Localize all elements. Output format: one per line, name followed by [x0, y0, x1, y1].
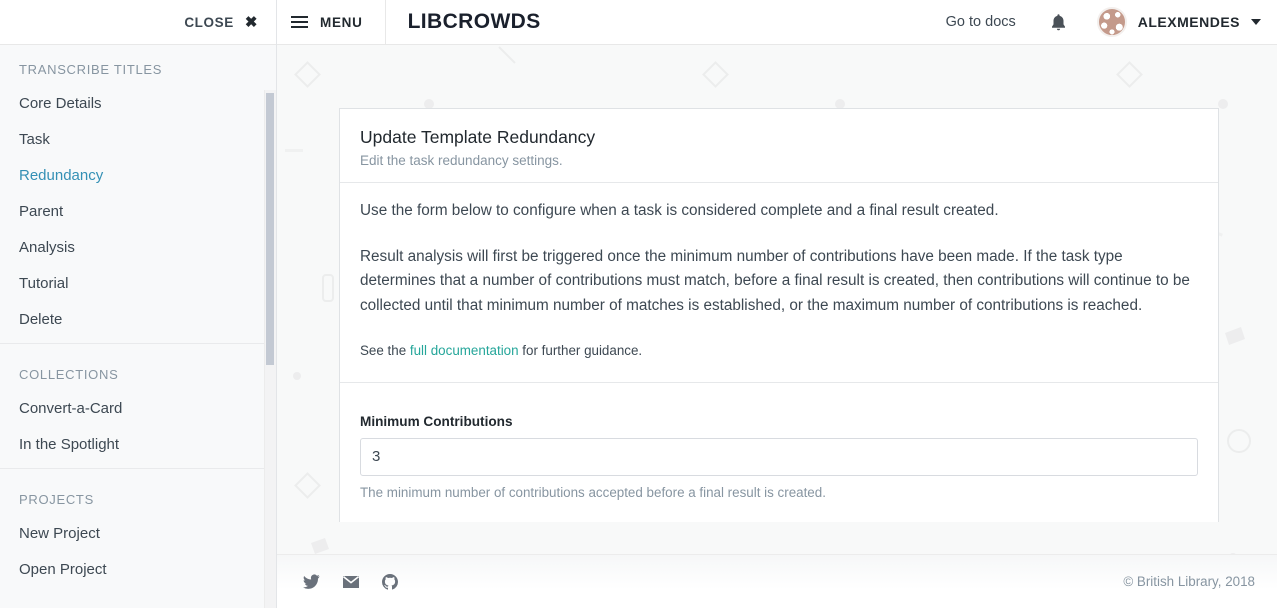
close-x-icon: ✖	[244, 13, 258, 31]
card-description-body: Use the form below to configure when a t…	[340, 183, 1218, 383]
sidebar-scrollbar-track[interactable]	[264, 90, 276, 608]
minimum-contributions-input[interactable]	[360, 437, 1198, 476]
sidebar-item-open-project[interactable]: Open Project	[0, 551, 276, 587]
user-name-label: ALEXMENDES	[1137, 14, 1240, 30]
note-prefix: See the	[360, 342, 410, 358]
sidebar-item-parent[interactable]: Parent	[0, 193, 276, 229]
hamburger-icon	[291, 13, 308, 31]
menu-button[interactable]: MENU	[277, 0, 386, 45]
sidebar-item-in-the-spotlight[interactable]: In the Spotlight	[0, 426, 276, 462]
user-menu[interactable]: ALEXMENDES	[1096, 7, 1261, 37]
github-icon[interactable]	[382, 573, 398, 590]
sidebar-scroll-region[interactable]: TRANSCRIBE TITLES Core Details Task Redunda…	[0, 45, 276, 608]
go-to-docs-link[interactable]: Go to docs	[946, 14, 1016, 30]
notification-bell-icon[interactable]	[1050, 13, 1067, 32]
sidebar-group-heading: PROJECTS	[19, 492, 94, 507]
settings-card: Update Template Redundancy Edit the task…	[339, 108, 1219, 522]
top-bar-right-group: Go to docs ALEXMENDES	[946, 7, 1277, 37]
redundancy-form: Minimum Contributions The minimum number…	[340, 383, 1218, 522]
note-suffix: for further guidance.	[518, 342, 643, 358]
sidebar-item-tutorial[interactable]: Tutorial	[0, 265, 276, 301]
sidebar-group-heading: TRANSCRIBE TITLES	[19, 62, 163, 77]
close-sidebar-button[interactable]: CLOSE ✖	[184, 15, 258, 30]
close-button-label: CLOSE	[184, 14, 234, 30]
description-paragraph-2: Result analysis will first be triggered …	[360, 247, 1190, 315]
chevron-down-icon	[1251, 19, 1261, 25]
sidebar-group: TRANSCRIBE TITLES Core Details Task Redunda…	[0, 45, 276, 343]
top-navigation-bar: MENU LIBCROWDS Go to docs ALEXMENDES	[277, 0, 1277, 45]
minimum-contributions-label: Minimum Contributions	[360, 413, 513, 429]
email-icon[interactable]	[342, 575, 360, 589]
sidebar-group: PROJECTS New Project Open Project	[0, 468, 276, 593]
page-title: Update Template Redundancy	[360, 127, 596, 147]
copyright-text: © British Library, 2018	[1123, 574, 1255, 589]
app-root: MENU LIBCROWDS Go to docs ALEXMENDES Upd…	[0, 0, 1277, 608]
sidebar-item-redundancy[interactable]: Redundancy	[0, 157, 276, 193]
minimum-contributions-help-text: The minimum number of contributions acce…	[360, 484, 826, 500]
sidebar-item-delete[interactable]: Delete	[0, 301, 276, 337]
sidebar-item-convert-a-card[interactable]: Convert-a-Card	[0, 390, 276, 426]
main-content-area: Update Template Redundancy Edit the task…	[277, 45, 1277, 608]
sidebar: CLOSE ✖ TRANSCRIBE TITLES Core Details Tas…	[0, 0, 277, 608]
sidebar-item-task[interactable]: Task	[0, 121, 276, 157]
brand-logo[interactable]: LIBCROWDS	[408, 10, 541, 34]
sidebar-header: CLOSE ✖	[0, 0, 276, 45]
page-subtitle: Edit the task redundancy settings.	[360, 152, 563, 168]
sidebar-scrollbar-thumb[interactable]	[266, 93, 274, 365]
sidebar-item-analysis[interactable]: Analysis	[0, 229, 276, 265]
sidebar-item-new-project[interactable]: New Project	[0, 515, 276, 551]
user-avatar	[1096, 7, 1127, 37]
page-footer: © British Library, 2018	[277, 554, 1277, 608]
sidebar-item-core-details[interactable]: Core Details	[0, 85, 276, 121]
sidebar-group-heading: COLLECTIONS	[19, 367, 119, 382]
menu-button-label: MENU	[320, 14, 363, 30]
card-header: Update Template Redundancy Edit the task…	[340, 109, 1218, 183]
documentation-note: See the full documentation for further g…	[360, 340, 1198, 362]
full-documentation-link[interactable]: full documentation	[410, 343, 519, 358]
sidebar-group: COLLECTIONS Convert-a-Card In the Spotligh…	[0, 343, 276, 468]
sidebar-nav: TRANSCRIBE TITLES Core Details Task Redunda…	[0, 45, 276, 593]
description-paragraph-1: Use the form below to configure when a t…	[360, 201, 999, 219]
twitter-icon[interactable]	[303, 574, 320, 589]
social-links	[277, 573, 398, 590]
